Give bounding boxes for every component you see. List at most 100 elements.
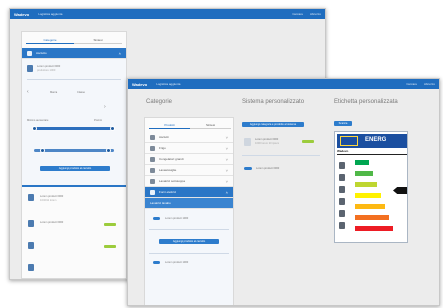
back-slider-label-right: Prezzo: [94, 119, 103, 122]
back-range-slider[interactable]: [34, 127, 114, 130]
category-row-selected[interactable]: Lavatrici lavabo: [145, 198, 233, 209]
back-item-title: Lorem product 0000: [37, 65, 61, 68]
category-label: Congelatori grandi: [159, 157, 184, 161]
appliance-icon: [339, 210, 345, 217]
eu-flag-icon: [340, 136, 358, 146]
chevron-up-icon: ˄: [118, 50, 121, 56]
front-brand: Wadevo: [132, 81, 148, 87]
category-row-selected[interactable]: Forni elettrici ˄: [145, 187, 233, 198]
appliance-icon: [339, 174, 345, 181]
rating-arrow-icon: [393, 187, 407, 194]
divider: [337, 154, 407, 155]
category-label: Asciutti: [159, 135, 169, 139]
category-row[interactable]: Lavatrici sottotoppa ˅: [145, 176, 233, 187]
energy-badge: [104, 245, 116, 248]
divider: [149, 253, 229, 254]
front-top-link-2[interactable]: Abruzzo: [424, 82, 435, 86]
washer-icon: [150, 178, 155, 184]
back-expanded-area: Lorem product 0000 produttore 1000 ‹ Mar…: [22, 59, 126, 185]
heading-categories: Categorie: [146, 99, 173, 105]
chevron-down-icon: ˅: [225, 156, 228, 162]
appliance-icon: [339, 186, 345, 193]
category-row[interactable]: Lavastoviglie ˅: [145, 165, 233, 176]
dishwasher-icon: [150, 167, 155, 173]
chevron-down-icon: ˅: [225, 145, 228, 151]
add-to-cart-button[interactable]: Aggiungi prodotto al carrello: [159, 239, 219, 244]
category-label: Lavatrici lavabo: [150, 201, 171, 205]
back-nav-link[interactable]: Logistica aggiunta: [38, 12, 62, 16]
category-row[interactable]: Asciutti ˅: [145, 132, 233, 143]
back-slider-knob-left[interactable]: [32, 126, 37, 131]
back-tabs: Categorie Sintesi: [26, 36, 122, 44]
back-item-sub: produttore 1000: [37, 69, 56, 72]
front-top-link-1[interactable]: Cercare: [406, 82, 417, 86]
category-label: Frigo: [159, 146, 166, 150]
product-icon: [153, 261, 160, 264]
system-item-title: Lorem product 0000: [255, 138, 279, 141]
back-left-panel: Categorie Sintesi Asciutto ˄ Lorem produ…: [21, 31, 127, 279]
divider: [27, 79, 121, 80]
back-sort-label-2: Classe: [77, 91, 85, 94]
back-item-title: Lorem product 0000: [40, 195, 64, 198]
back-top-link-2[interactable]: Abruzzo: [310, 12, 321, 16]
chevron-down-icon: ˅: [225, 167, 228, 173]
back-slider-knob-right[interactable]: [110, 126, 115, 131]
back-topbar: Wadevo Logistica aggiunta Cercare Abruzz…: [10, 9, 325, 19]
energy-bar: [355, 160, 369, 165]
divider: [149, 229, 229, 230]
energy-label-card: ENERG Wadevo: [334, 131, 408, 243]
system-item-title-2: Lorem product 0000: [256, 167, 280, 170]
energy-badge: [104, 223, 116, 226]
category-row[interactable]: Frigo ˅: [145, 143, 233, 154]
system-item-sub: 1000 lorem 20 ipsum: [255, 142, 280, 145]
download-button[interactable]: Scarica: [334, 121, 352, 126]
back-brand: Wadevo: [14, 11, 30, 17]
appliance-icon: [244, 138, 251, 146]
dryer-icon: [150, 134, 155, 140]
front-tab-prodotti[interactable]: Prodotti: [149, 121, 190, 129]
energy-badge: [302, 140, 314, 143]
appliance-icon: [28, 194, 34, 201]
back-tab-sintesi[interactable]: Sintesi: [74, 36, 122, 44]
back-left-arrow-icon[interactable]: ‹: [27, 89, 29, 95]
front-tab-sintesi[interactable]: Sintesi: [190, 121, 231, 129]
energy-bar: [355, 204, 385, 209]
front-categories-panel: Prodotti Sintesi Asciutti ˅ Frigo ˅ Cong…: [144, 117, 234, 305]
back-item-title: Lorem product 0000: [40, 221, 64, 224]
back-slider2-knob-left[interactable]: [40, 148, 45, 153]
back-slider2-knob-right[interactable]: [106, 148, 111, 153]
appliance-icon: [28, 242, 34, 249]
chevron-down-icon: ˅: [225, 178, 228, 184]
front-nav-link[interactable]: Logistica aggiunta: [156, 82, 180, 86]
chevron-up-icon: ˄: [225, 189, 228, 195]
oven-icon: [150, 189, 155, 195]
back-right-arrow-icon[interactable]: ›: [104, 104, 106, 110]
section-divider: [22, 185, 126, 187]
back-add-button[interactable]: Aggiungi prodotto al carrello: [40, 166, 110, 171]
appliance-icon: [339, 162, 345, 169]
sub-item-label: Lorem product 1000: [165, 261, 189, 264]
category-icon: [27, 50, 32, 56]
appliance-icon: [339, 198, 345, 205]
energy-label-header: ENERG: [337, 134, 407, 148]
back-item-sub: 10/2011 lorem: [40, 199, 57, 202]
back-selected-category[interactable]: Asciutto ˄: [22, 48, 126, 59]
chevron-down-icon: ˅: [225, 134, 228, 140]
energy-bar: [355, 182, 377, 187]
back-top-link-1[interactable]: Cercare: [292, 12, 303, 16]
front-tabs: Prodotti Sintesi: [149, 121, 231, 129]
system-add-button[interactable]: Aggiungi categoria e prodotto al sistema: [242, 122, 304, 127]
energy-label-title: ENERG: [365, 137, 387, 143]
category-label: Lavastoviglie: [159, 168, 177, 172]
energy-bar: [355, 193, 381, 198]
category-row[interactable]: Congelatori grandi ˅: [145, 154, 233, 165]
appliance-icon: [27, 65, 33, 72]
product-icon: [244, 167, 252, 170]
sub-item-label: Lorem product 1000: [165, 217, 189, 220]
heading-system: Sistema personalizzato: [242, 99, 305, 105]
back-tab-categorie[interactable]: Categorie: [26, 36, 74, 44]
category-label: Forni elettrici: [159, 190, 177, 194]
product-icon: [153, 217, 160, 220]
appliance-icon: [339, 222, 345, 229]
back-range-slider-2[interactable]: [34, 149, 114, 152]
